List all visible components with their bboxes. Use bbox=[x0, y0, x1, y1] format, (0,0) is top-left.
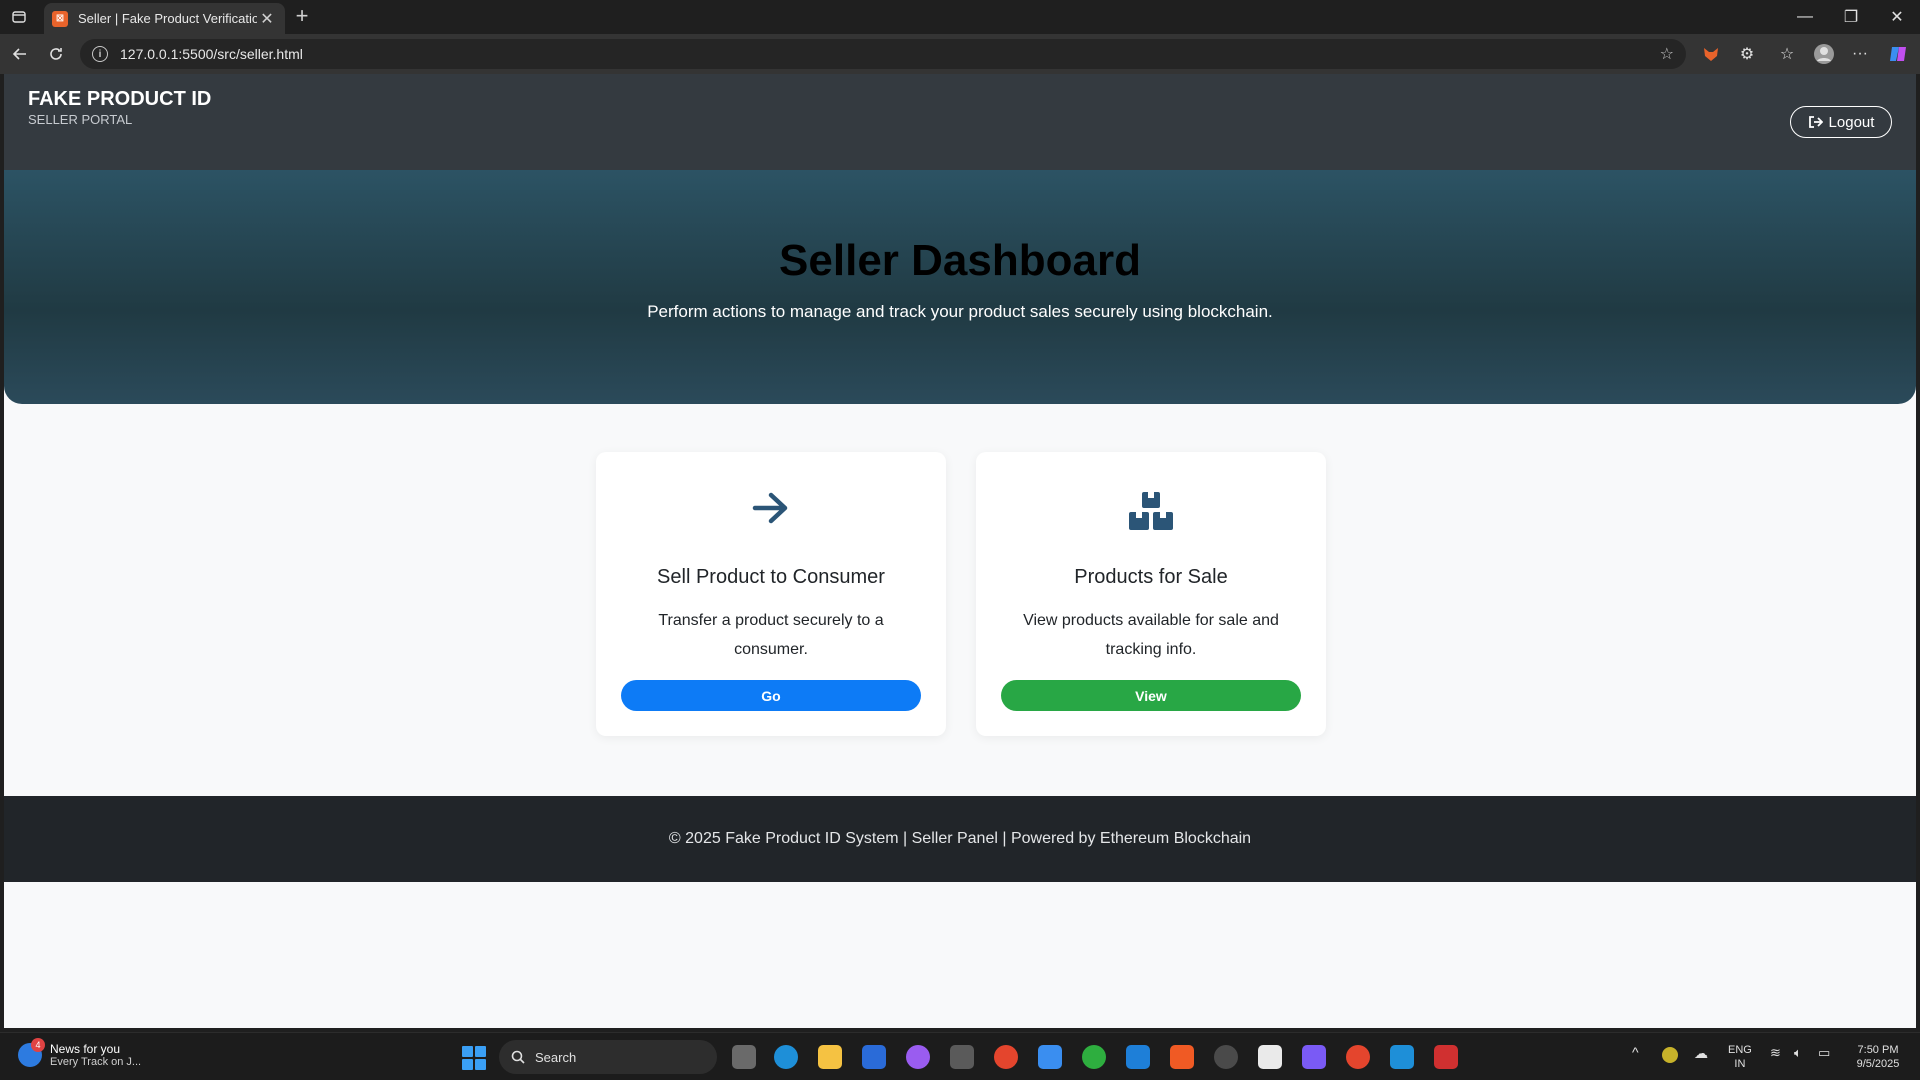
vscode-icon[interactable] bbox=[1390, 1045, 1414, 1069]
restore-icon[interactable]: ❐ bbox=[1828, 0, 1874, 34]
brand-subtitle: SELLER PORTAL bbox=[28, 112, 133, 127]
app-icon[interactable] bbox=[950, 1045, 974, 1069]
site-header: FAKE PRODUCT ID SELLER PORTAL Logout bbox=[4, 74, 1916, 170]
volume-icon[interactable]: 🔈︎ bbox=[1794, 1046, 1802, 1060]
copilot-icon[interactable] bbox=[1886, 42, 1910, 66]
browser-tabstrip: ⊠ Seller | Fake Product Verification ✕ +… bbox=[0, 0, 1920, 34]
language-indicator[interactable]: ENG IN bbox=[1728, 1043, 1752, 1071]
site-info-icon[interactable]: i bbox=[92, 46, 108, 62]
products-for-sale-card: Products for Sale View products availabl… bbox=[976, 452, 1326, 736]
battery-icon[interactable]: ▭ bbox=[1818, 1046, 1830, 1060]
news-title: News for you bbox=[50, 1042, 121, 1056]
tab-close-icon[interactable]: ✕ bbox=[257, 9, 277, 29]
arrow-right-icon bbox=[596, 490, 946, 530]
clock-time: 7:50 PM bbox=[1857, 1044, 1899, 1056]
clock[interactable]: 7:50 PM 9/5/2025 bbox=[1848, 1043, 1908, 1071]
app-icon[interactable] bbox=[862, 1045, 886, 1069]
more-menu-icon[interactable]: ··· bbox=[1848, 42, 1872, 66]
card-title: Products for Sale bbox=[1074, 566, 1228, 588]
file-explorer-icon[interactable] bbox=[818, 1045, 842, 1069]
new-tab-icon[interactable]: + bbox=[290, 4, 314, 28]
store-icon[interactable] bbox=[1038, 1045, 1062, 1069]
tab-actions-icon[interactable] bbox=[8, 6, 30, 28]
go-button[interactable]: Go bbox=[621, 680, 921, 711]
xbox-icon[interactable] bbox=[1082, 1045, 1106, 1069]
card-description: Transfer a product securely to a consume… bbox=[658, 612, 884, 658]
clock-date: 9/5/2025 bbox=[1856, 1058, 1900, 1070]
language-top: ENG bbox=[1728, 1044, 1752, 1056]
site-footer: © 2025 Fake Product ID System | Seller P… bbox=[4, 796, 1916, 882]
card-title: Sell Product to Consumer bbox=[657, 566, 885, 588]
page-subtitle: Perform actions to manage and track your… bbox=[647, 302, 1273, 321]
profile-avatar-icon[interactable] bbox=[1812, 42, 1836, 66]
tray-app-icon[interactable] bbox=[1662, 1047, 1678, 1063]
capcut-icon[interactable] bbox=[1258, 1045, 1282, 1069]
close-window-icon[interactable]: ✕ bbox=[1874, 0, 1920, 34]
app-icon[interactable] bbox=[1214, 1045, 1238, 1069]
url-text: 127.0.0.1:5500/src/seller.html bbox=[120, 46, 303, 62]
page-title: Seller Dashboard bbox=[779, 236, 1141, 285]
copilot-app-icon[interactable] bbox=[906, 1045, 930, 1069]
extension-fox-icon[interactable] bbox=[1699, 42, 1723, 66]
logout-button[interactable]: Logout bbox=[1790, 106, 1892, 138]
address-bar[interactable]: i 127.0.0.1:5500/src/seller.html ☆ bbox=[80, 39, 1686, 69]
favorite-star-icon[interactable]: ☆ bbox=[1660, 44, 1674, 64]
logout-label: Logout bbox=[1828, 113, 1875, 131]
app-icon[interactable] bbox=[1302, 1045, 1326, 1069]
show-hidden-icons-icon[interactable]: ^ bbox=[1632, 1045, 1639, 1059]
windows-taskbar: 4 News for you Every Track on J... Searc… bbox=[0, 1032, 1920, 1080]
logout-icon bbox=[1808, 116, 1823, 128]
start-button-icon[interactable] bbox=[462, 1046, 486, 1070]
sell-product-card: Sell Product to Consumer Transfer a prod… bbox=[596, 452, 946, 736]
onedrive-icon[interactable]: ☁ bbox=[1694, 1046, 1708, 1060]
favicon-icon: ⊠ bbox=[52, 10, 68, 27]
news-badge: 4 bbox=[31, 1038, 45, 1052]
brand-title: FAKE PRODUCT ID bbox=[28, 88, 212, 110]
news-weather-icon: 4 bbox=[18, 1038, 45, 1067]
task-view-icon[interactable] bbox=[732, 1045, 756, 1069]
search-label: Search bbox=[535, 1049, 577, 1065]
extensions-icon[interactable]: ⚙ bbox=[1735, 42, 1759, 66]
favorites-icon[interactable]: ☆ bbox=[1775, 42, 1799, 66]
minimize-icon[interactable]: — bbox=[1782, 0, 1828, 34]
view-button[interactable]: View bbox=[1001, 680, 1301, 711]
card-description: View products available for sale and tra… bbox=[1023, 612, 1279, 658]
back-icon[interactable] bbox=[8, 42, 32, 66]
news-subtitle: Every Track on J... bbox=[50, 1056, 142, 1068]
page-viewport: FAKE PRODUCT ID SELLER PORTAL Logout Sel… bbox=[4, 74, 1916, 1028]
browser-tab[interactable]: ⊠ Seller | Fake Product Verification ✕ bbox=[44, 3, 285, 34]
wifi-icon[interactable]: ≋ bbox=[1770, 1046, 1781, 1060]
hero-banner: Seller Dashboard Perform actions to mana… bbox=[4, 170, 1916, 404]
search-icon bbox=[511, 1050, 525, 1064]
news-widget[interactable]: 4 News for you Every Track on J... bbox=[18, 1038, 142, 1068]
brave-icon[interactable] bbox=[1170, 1045, 1194, 1069]
edge-browser-icon[interactable] bbox=[774, 1045, 798, 1069]
browser-toolbar: i 127.0.0.1:5500/src/seller.html ☆ ⚙ ☆ ·… bbox=[0, 34, 1920, 74]
chrome-icon[interactable] bbox=[994, 1045, 1018, 1069]
taskbar-search[interactable]: Search bbox=[499, 1040, 717, 1074]
tab-title: Seller | Fake Product Verification bbox=[78, 11, 257, 26]
chrome-icon[interactable] bbox=[1346, 1045, 1370, 1069]
app-icon[interactable] bbox=[1434, 1045, 1458, 1069]
reload-icon[interactable] bbox=[44, 42, 68, 66]
footer-text: © 2025 Fake Product ID System | Seller P… bbox=[668, 830, 1252, 847]
app-icon[interactable] bbox=[1126, 1045, 1150, 1069]
language-bottom: IN bbox=[1734, 1058, 1746, 1070]
boxes-icon bbox=[976, 490, 1326, 530]
